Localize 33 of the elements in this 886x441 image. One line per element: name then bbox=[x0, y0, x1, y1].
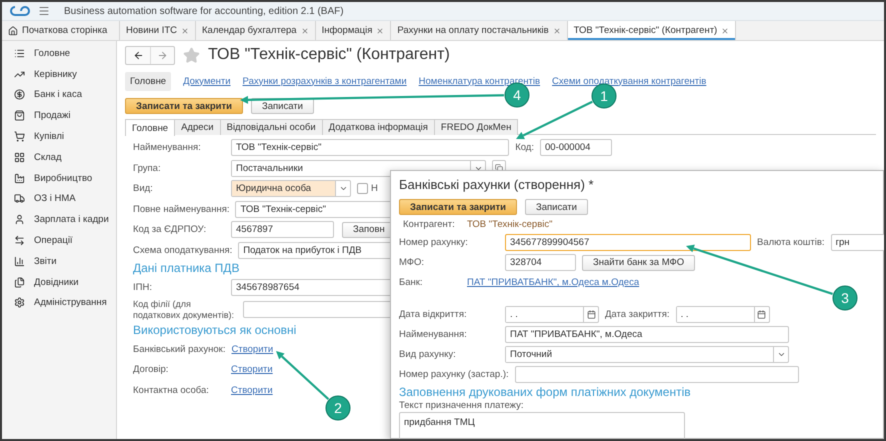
field-label: Повне найменування: bbox=[133, 204, 230, 214]
field-label: Вид: bbox=[133, 183, 154, 194]
field-label: Найменування: bbox=[399, 329, 468, 340]
field-label: Контактна особа: bbox=[133, 384, 210, 396]
field-label: Банк: bbox=[399, 277, 424, 288]
field-label: Вид рахунку: bbox=[399, 349, 457, 360]
field-label: Номер рахунку: bbox=[399, 237, 469, 248]
field-label: МФО: bbox=[399, 257, 426, 268]
step-badge: 2 bbox=[326, 396, 350, 420]
field-label: Дата закриття: bbox=[605, 309, 670, 320]
field-label: Найменування: bbox=[133, 142, 202, 153]
checkbox-label: Н bbox=[371, 183, 378, 194]
section-heading: Заповнення друкованих форм платіжних документів bbox=[399, 386, 691, 399]
counterparty-value: ТОВ "Технік-сервіс" bbox=[467, 219, 552, 230]
section-heading: Дані платника ПДВ bbox=[133, 262, 240, 275]
field-label: Група: bbox=[133, 162, 162, 174]
section-heading: Використовуються як основні bbox=[133, 324, 296, 338]
field-label: Код філії (для податкових документів): bbox=[133, 299, 235, 321]
field-label: Код: bbox=[515, 142, 534, 153]
field-label: ІПН: bbox=[133, 282, 153, 292]
form-title: ТОВ "Технік-сервіс" (Контрагент) bbox=[208, 46, 450, 64]
field-label: Схема оподаткування: bbox=[133, 244, 232, 256]
field-label: Договір: bbox=[133, 364, 170, 376]
dialog-title: Банківські рахунки (створення) * bbox=[399, 177, 595, 194]
field-label: Номер рахунку (застар.): bbox=[399, 369, 509, 380]
field-label: Код за ЄДРПОУ: bbox=[133, 224, 208, 235]
field-label: Дата відкриття: bbox=[399, 309, 468, 320]
field-label: Валюта коштів: bbox=[757, 237, 825, 248]
field-label: Банківський рахунок: bbox=[133, 344, 226, 355]
field-label: Текст призначення платежу: bbox=[399, 400, 525, 411]
app-title: Business automation software for accounting, edition 2.1 (BAF) bbox=[64, 6, 344, 16]
step-badge: 3 bbox=[832, 286, 858, 310]
field-label: Контрагент: bbox=[402, 219, 456, 230]
